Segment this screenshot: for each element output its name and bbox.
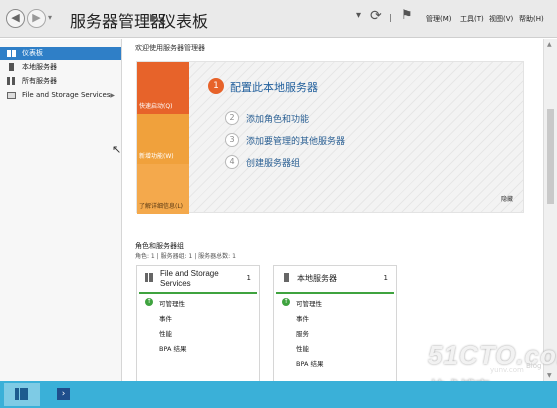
dashboard-main: 欢迎使用服务器管理器 快速启动(Q) 新增功能(W) 了解详细信息(L) 1 配… xyxy=(123,39,543,385)
step-add-roles-features[interactable]: 添加角色和功能 xyxy=(246,112,309,125)
step-number: 1 xyxy=(208,78,224,94)
notifications-flag-icon[interactable]: ⚑ xyxy=(401,8,413,23)
separator-icon: | xyxy=(389,13,392,22)
refresh-icon[interactable]: ⟳ xyxy=(370,8,382,24)
sidebar-item-file-storage[interactable]: File and Storage Services ▶ xyxy=(0,89,121,102)
vertical-scrollbar[interactable]: ▲ ▼ xyxy=(543,39,557,381)
menu-help[interactable]: 帮助(H) xyxy=(519,14,544,24)
tile-learn-more[interactable]: 了解详细信息(L) xyxy=(137,164,189,214)
card-row-events[interactable]: 事件 xyxy=(159,313,172,323)
menu-tools[interactable]: 工具(T) xyxy=(460,14,484,24)
step-number: 3 xyxy=(225,133,239,147)
card-row-bpa-results[interactable]: BPA 结果 xyxy=(296,358,323,368)
powershell-icon: › xyxy=(57,388,70,400)
taskbar: › xyxy=(0,381,557,408)
scroll-up-icon[interactable]: ▲ xyxy=(547,41,552,48)
forward-button[interactable]: ▶ xyxy=(27,9,46,28)
card-title: 本地服务器 xyxy=(297,274,337,283)
card-count: 1 xyxy=(246,274,251,282)
step-create-server-group[interactable]: 创建服务器组 xyxy=(246,156,300,169)
server-icon xyxy=(284,273,289,282)
card-row-performance[interactable]: 性能 xyxy=(296,343,309,353)
role-card-local-server[interactable]: 本地服务器 1 ↑ 可管理性 事件 服务 性能 BPA 结果 xyxy=(273,265,397,385)
card-row-events[interactable]: 事件 xyxy=(296,313,309,323)
watermark-url: yunv.com xyxy=(490,366,524,374)
status-bar xyxy=(139,292,257,294)
card-row-manageability[interactable]: 可管理性 xyxy=(296,298,322,308)
dashboard-icon xyxy=(7,50,16,57)
nav-history-dropdown-icon[interactable]: ▾ xyxy=(48,13,52,22)
card-row-performance[interactable]: 性能 xyxy=(159,328,172,338)
menu-manage[interactable]: 管理(M) xyxy=(426,14,452,24)
step-add-other-servers[interactable]: 添加要管理的其他服务器 xyxy=(246,134,345,147)
card-row-services[interactable]: 服务 xyxy=(296,328,309,338)
status-ok-icon: ↑ xyxy=(282,298,290,306)
roles-heading: 角色和服务器组 xyxy=(135,242,184,250)
step-number: 4 xyxy=(225,155,239,169)
tile-label: 快速启动(Q) xyxy=(139,103,173,110)
scrollbar-thumb[interactable] xyxy=(547,109,554,204)
step-number: 2 xyxy=(225,111,239,125)
tile-quick-start[interactable]: 快速启动(Q) xyxy=(137,62,189,114)
taskbar-powershell[interactable]: › xyxy=(46,383,82,406)
roles-summary: 角色: 1 | 服务器组: 1 | 服务器总数: 1 xyxy=(135,253,236,260)
storage-icon xyxy=(145,273,153,282)
expand-arrow-icon[interactable]: ▶ xyxy=(110,89,115,102)
page-title: 仪表板 xyxy=(160,14,209,31)
title-bar: ◀ ▶ ▾ 服务器管理器 ▸ 仪表板 ▾ ⟳ | ⚑ 管理(M) 工具(T) 视… xyxy=(0,0,557,38)
tile-whats-new[interactable]: 新增功能(W) xyxy=(137,114,189,164)
mouse-cursor-icon: ↖ xyxy=(112,143,122,156)
storage-icon xyxy=(7,92,16,99)
step-configure-local-server[interactable]: 配置此本地服务器 xyxy=(230,79,318,95)
card-row-bpa-results[interactable]: BPA 结果 xyxy=(159,343,186,353)
status-ok-icon: ↑ xyxy=(145,298,153,306)
card-row-manageability[interactable]: 可管理性 xyxy=(159,298,185,308)
breadcrumb-separator: ▸ xyxy=(150,7,159,26)
sidebar-item-all-servers[interactable]: 所有服务器 xyxy=(0,75,121,88)
menu-view[interactable]: 视图(V) xyxy=(489,14,513,24)
tile-label: 新增功能(W) xyxy=(139,153,174,160)
dropdown-arrow-icon[interactable]: ▾ xyxy=(356,10,361,21)
sidebar: 仪表板 本地服务器 所有服务器 File and Storage Service… xyxy=(0,39,122,381)
card-header[interactable]: 本地服务器 1 xyxy=(274,266,396,292)
card-header[interactable]: File and Storage Services 1 xyxy=(137,266,259,292)
card-count: 1 xyxy=(383,274,388,282)
server-icon xyxy=(9,63,14,71)
back-button[interactable]: ◀ xyxy=(6,9,25,28)
server-manager-icon xyxy=(15,388,28,400)
sidebar-item-label: 本地服务器 xyxy=(22,63,57,71)
sidebar-item-label: 仪表板 xyxy=(22,49,43,57)
sidebar-item-dashboard[interactable]: 仪表板 xyxy=(0,47,121,60)
taskbar-server-manager[interactable] xyxy=(4,383,40,406)
hide-link[interactable]: 隐藏 xyxy=(501,194,513,203)
card-title: File and Storage Services xyxy=(160,269,219,288)
watermark-blog: Blog xyxy=(526,362,542,370)
welcome-heading: 欢迎使用服务器管理器 xyxy=(135,44,205,52)
quick-start-panel: 快速启动(Q) 新增功能(W) 了解详细信息(L) 1 配置此本地服务器 2 添… xyxy=(136,61,524,214)
sidebar-item-label: 所有服务器 xyxy=(22,77,57,85)
sidebar-item-local-server[interactable]: 本地服务器 xyxy=(0,61,121,74)
tile-label: 了解详细信息(L) xyxy=(139,203,184,210)
status-bar xyxy=(276,292,394,294)
servers-icon xyxy=(7,77,15,85)
role-card-file-storage[interactable]: File and Storage Services 1 ↑ 可管理性 事件 性能… xyxy=(136,265,260,385)
sidebar-item-label: File and Storage Services xyxy=(22,91,111,99)
